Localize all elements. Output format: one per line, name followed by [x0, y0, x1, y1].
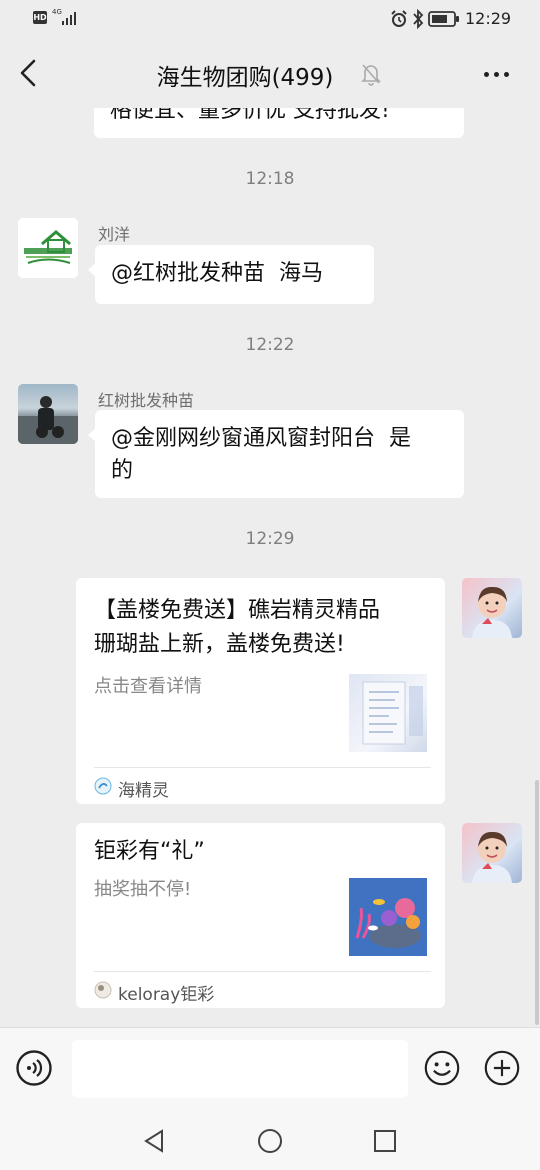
coral-reef-thumbnail-icon — [349, 878, 427, 956]
child-photo-icon — [472, 586, 512, 638]
person-photo-icon — [18, 396, 78, 444]
battery-icon — [428, 11, 459, 27]
card-source: 海精灵 — [118, 781, 169, 801]
signal-icon — [62, 11, 80, 25]
message-input[interactable] — [72, 1040, 408, 1098]
status-time: 12:29 — [465, 9, 512, 28]
message-text-line: 的 — [111, 458, 134, 483]
card-description: 抽奖抽不停! — [94, 879, 192, 900]
card-thumbnail — [349, 878, 427, 956]
input-bar — [0, 1027, 540, 1114]
status-bar: HD 4G 12:29 — [0, 0, 540, 38]
source-app-icon — [94, 981, 112, 999]
message-text-line: @金刚网纱窗通风窗封阳台 是 — [111, 426, 411, 451]
chat-title: 海生物团购(499) — [156, 65, 334, 91]
card-source: keloray钜彩 — [118, 985, 215, 1005]
nav-home-icon[interactable] — [257, 1128, 283, 1154]
bluetooth-icon — [413, 9, 424, 29]
link-card[interactable]: 【盖楼免费送】礁岩精灵精品 珊瑚盐上新，盖楼免费送! 点击查看详情 海精灵 — [76, 578, 445, 804]
back-icon[interactable] — [14, 56, 46, 90]
partial-message-clip: 格便宜、量多价优 支持批发! — [0, 108, 540, 140]
avatar[interactable] — [462, 823, 522, 883]
chat-header: 海生物团购(499) — [0, 40, 540, 108]
alarm-icon — [391, 10, 407, 27]
house-logo-icon — [18, 218, 78, 278]
avatar[interactable] — [18, 384, 78, 444]
emoji-icon[interactable] — [424, 1050, 460, 1086]
avatar[interactable] — [462, 578, 522, 638]
message-bubble[interactable]: @红树批发种苗 海马 — [88, 245, 374, 304]
more-icon[interactable] — [478, 64, 514, 84]
partial-message-text: 格便宜、量多价优 支持批发! — [110, 108, 390, 123]
scrollbar[interactable] — [535, 780, 539, 1025]
timestamp: 12:29 — [245, 529, 295, 549]
source-app-icon — [94, 777, 112, 795]
card-title-line: 珊瑚盐上新，盖楼免费送! — [94, 632, 345, 657]
message-text: @红树批发种苗 海马 — [111, 261, 323, 286]
nav-back-icon[interactable] — [142, 1128, 168, 1154]
timestamp: 12:22 — [245, 335, 295, 355]
partial-message-bubble[interactable]: 格便宜、量多价优 支持批发! — [94, 108, 464, 138]
timestamp: 12:18 — [245, 169, 295, 189]
card-title: 【盖楼免费送】礁岩精灵精品 珊瑚盐上新，盖楼免费送! — [94, 594, 434, 662]
plus-icon[interactable] — [484, 1050, 520, 1086]
link-card[interactable]: 钜彩有“礼” 抽奖抽不停! keloray钜彩 — [76, 823, 445, 1008]
card-thumbnail — [349, 674, 427, 752]
card-divider — [94, 767, 431, 768]
nav-recents-icon[interactable] — [372, 1128, 398, 1154]
hd-badge: HD — [33, 11, 47, 24]
sender-name: 刘洋 — [98, 225, 131, 244]
document-thumbnail-icon — [362, 681, 423, 745]
network-label: 4G — [52, 8, 62, 16]
voice-icon[interactable] — [16, 1050, 52, 1086]
card-title-line: 【盖楼免费送】礁岩精灵精品 — [94, 598, 381, 623]
avatar[interactable] — [18, 218, 78, 278]
card-title: 钜彩有“礼” — [94, 839, 205, 864]
message-bubble[interactable]: @金刚网纱窗通风窗封阳台 是 的 — [88, 410, 464, 498]
card-divider — [94, 971, 431, 972]
sender-name: 红树批发种苗 — [98, 391, 195, 410]
mute-bell-icon — [361, 64, 381, 86]
system-nav-bar — [0, 1113, 540, 1170]
card-description: 点击查看详情 — [94, 676, 202, 697]
status-icons — [390, 9, 462, 29]
child-photo-icon — [472, 831, 512, 883]
